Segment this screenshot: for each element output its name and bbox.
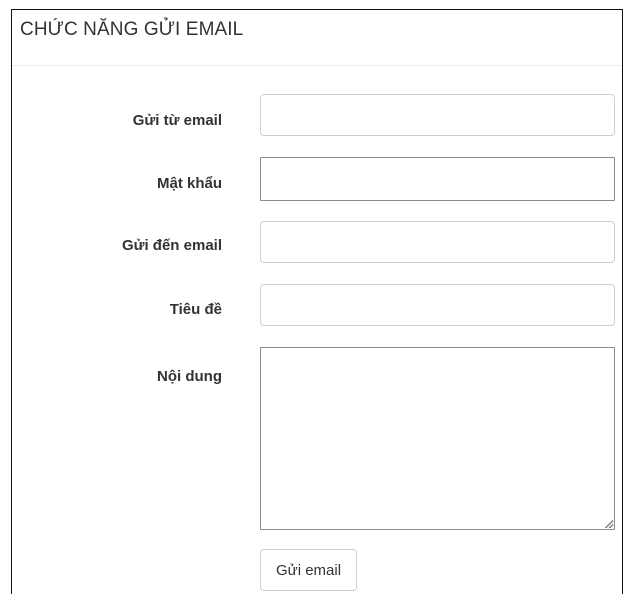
from-email-label: Gửi từ email <box>132 112 222 129</box>
panel-title: CHỨC NĂNG GỬI EMAIL <box>12 10 622 66</box>
send-email-button[interactable]: Gửi email <box>260 549 358 591</box>
subject-input[interactable] <box>260 284 615 326</box>
content-textarea[interactable] <box>260 347 615 530</box>
to-email-input[interactable] <box>260 221 615 263</box>
content-label: Nội dung <box>157 368 222 385</box>
to-email-label: Gửi đến email <box>121 237 222 254</box>
email-form-panel: CHỨC NĂNG GỬI EMAIL Gửi từ email Mật khẩ… <box>11 9 623 594</box>
password-input[interactable] <box>260 157 615 201</box>
content-textarea-wrap <box>260 347 615 530</box>
from-email-input[interactable] <box>260 94 615 136</box>
subject-label: Tiêu đề <box>169 301 222 318</box>
password-label: Mật khẩu <box>156 175 222 192</box>
